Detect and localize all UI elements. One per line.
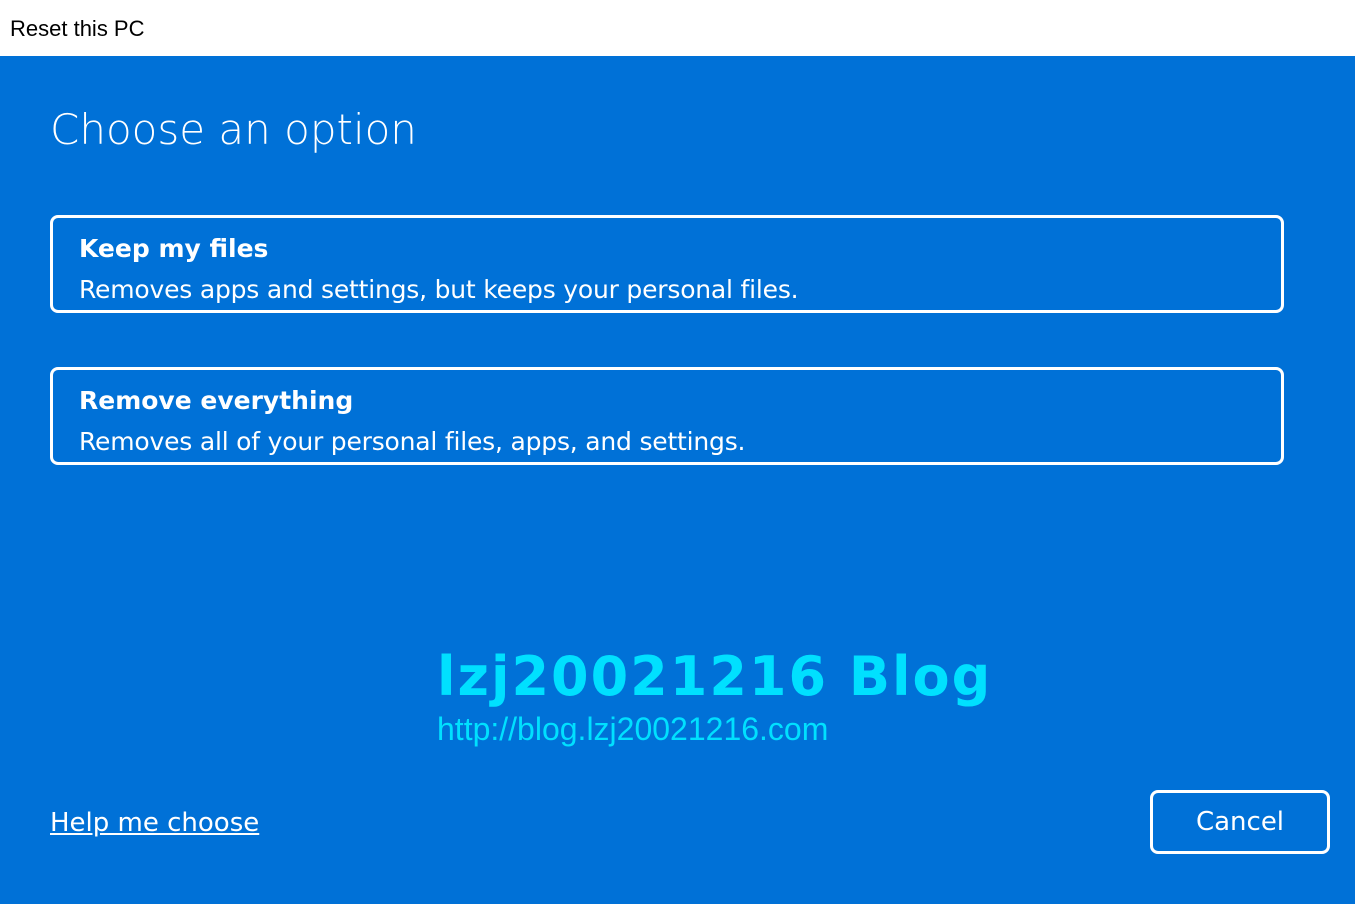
watermark-title: lzj20021216 Blog xyxy=(437,645,993,708)
option-description: Removes all of your personal files, apps… xyxy=(79,427,746,456)
help-me-choose-link[interactable]: Help me choose xyxy=(50,806,259,840)
option-description: Removes apps and settings, but keeps you… xyxy=(79,275,799,304)
option-title: Remove everything xyxy=(79,386,354,415)
keep-my-files-option[interactable]: Keep my files Removes apps and settings,… xyxy=(50,215,1284,313)
reset-pc-window: Reset this PC Choose an option Keep my f… xyxy=(0,0,1355,904)
remove-everything-option[interactable]: Remove everything Removes all of your pe… xyxy=(50,367,1284,465)
window-title: Reset this PC xyxy=(10,16,145,41)
watermark-url: http://blog.lzj20021216.com xyxy=(437,711,829,747)
title-bar: Reset this PC xyxy=(0,0,1355,56)
option-title: Keep my files xyxy=(79,234,269,263)
cancel-button[interactable]: Cancel xyxy=(1150,790,1330,854)
page-title: Choose an option xyxy=(50,105,417,154)
